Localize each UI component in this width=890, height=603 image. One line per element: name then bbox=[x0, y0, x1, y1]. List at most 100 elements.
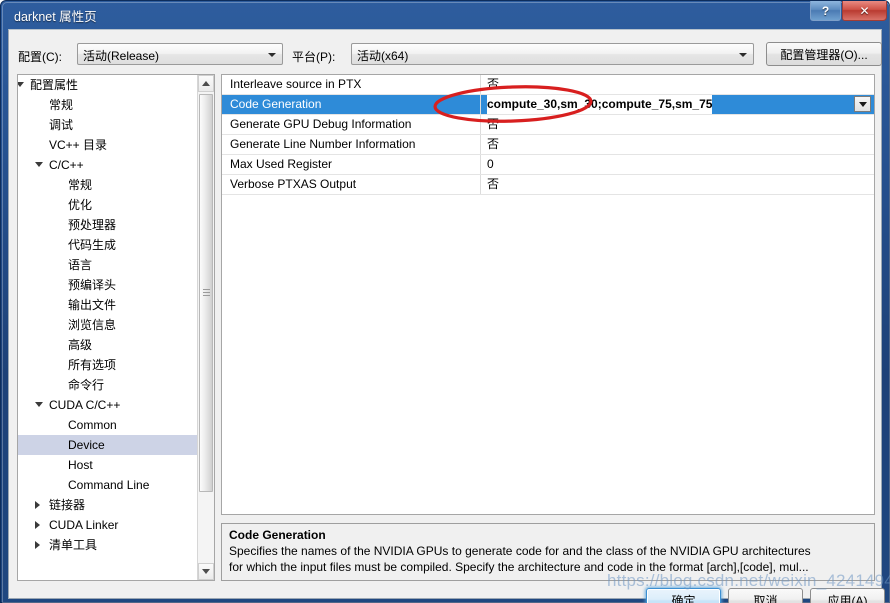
apply-button[interactable]: 应用(A) bbox=[810, 588, 885, 603]
tree-item-host[interactable]: Host bbox=[18, 455, 198, 475]
chevron-down-icon bbox=[268, 53, 276, 57]
property-value-dropdown-button[interactable] bbox=[854, 96, 871, 112]
tree-item-label: 输出文件 bbox=[68, 298, 117, 312]
property-grid-rows: Interleave source in PTX 否 Code Generation… bbox=[222, 75, 874, 195]
property-value: 0 bbox=[487, 157, 494, 171]
tree-scrollbar[interactable] bbox=[197, 75, 214, 580]
scroll-up-icon[interactable] bbox=[198, 75, 214, 92]
property-value: 否 bbox=[487, 177, 500, 191]
tree-expand-arrow-icon[interactable] bbox=[35, 162, 43, 167]
tree-item-[interactable]: 预编译头 bbox=[18, 275, 198, 295]
close-icon[interactable]: ✕ bbox=[842, 1, 887, 21]
tree-item-[interactable]: 优化 bbox=[18, 195, 198, 215]
property-grid[interactable]: Interleave source in PTX 否 Code Generation… bbox=[221, 74, 875, 515]
tree-item-[interactable]: 命令行 bbox=[18, 375, 198, 395]
tree-item-device[interactable]: Device bbox=[18, 435, 198, 455]
configuration-combo[interactable]: 活动(Release) bbox=[77, 43, 283, 65]
tree-item-label: CUDA Linker bbox=[49, 518, 119, 532]
description-line-2: for which the input files must be compil… bbox=[229, 560, 809, 574]
property-value: 否 bbox=[487, 117, 500, 131]
screenshot-root: darknet 属性页 ? ✕ 配置(C): 活动(Release) 平台(P)… bbox=[0, 0, 890, 603]
tree-item-[interactable]: 高级 bbox=[18, 335, 198, 355]
property-value: 否 bbox=[487, 137, 500, 151]
column-splitter bbox=[480, 155, 481, 174]
tree-item-common[interactable]: Common bbox=[18, 415, 198, 435]
tree-item-label: 预处理器 bbox=[68, 218, 117, 232]
tree-collapse-arrow-icon[interactable] bbox=[35, 501, 40, 509]
tree-item-vc[interactable]: VC++ 目录 bbox=[18, 135, 198, 155]
tree-item-[interactable]: 浏览信息 bbox=[18, 315, 198, 335]
config-manager-button[interactable]: 配置管理器(O)... bbox=[766, 42, 882, 66]
tree-item-label: 高级 bbox=[68, 338, 93, 352]
tree-item-[interactable]: 常规 bbox=[18, 95, 198, 115]
tree-item-label: Command Line bbox=[68, 478, 150, 492]
chevron-down-icon bbox=[858, 101, 867, 107]
column-splitter bbox=[480, 115, 481, 134]
tree-item-label: 语言 bbox=[68, 258, 93, 272]
description-title: Code Generation bbox=[229, 528, 326, 542]
tree-item-label: 预编译头 bbox=[68, 278, 117, 292]
tree-item-label: 优化 bbox=[68, 198, 93, 212]
property-tree-list: 配置属性 常规 调试 VC++ 目录 C/C++ 常规 优化 预处理器 代码生成 语言 预编译头 输出… bbox=[18, 75, 198, 580]
help-icon[interactable]: ? bbox=[810, 1, 841, 21]
property-name: Code Generation bbox=[230, 97, 322, 111]
tree-item-[interactable]: 清单工具 bbox=[18, 535, 198, 555]
property-tree[interactable]: 配置属性 常规 调试 VC++ 目录 C/C++ 常规 优化 预处理器 代码生成 语言 预编译头 输出… bbox=[17, 74, 215, 581]
ok-button[interactable]: 确定 bbox=[646, 588, 721, 603]
tree-item-[interactable]: 调试 bbox=[18, 115, 198, 135]
property-row[interactable]: Max Used Register 0 bbox=[222, 155, 874, 175]
tree-item-label: 命令行 bbox=[68, 378, 105, 392]
scrollbar-thumb[interactable] bbox=[199, 94, 213, 492]
tree-expand-arrow-icon[interactable] bbox=[35, 402, 43, 407]
column-splitter bbox=[480, 135, 481, 154]
tree-collapse-arrow-icon[interactable] bbox=[35, 521, 40, 529]
column-splitter bbox=[480, 75, 481, 94]
property-name: Generate GPU Debug Information bbox=[230, 117, 412, 131]
chevron-down-icon bbox=[739, 53, 747, 57]
tree-item-[interactable]: 语言 bbox=[18, 255, 198, 275]
description-line-1: Specifies the names of the NVIDIA GPUs t… bbox=[229, 544, 811, 558]
tree-item-label: 代码生成 bbox=[68, 238, 117, 252]
title-bar[interactable]: darknet 属性页 ? ✕ bbox=[0, 0, 890, 29]
tree-item-cuda-c-c[interactable]: CUDA C/C++ bbox=[18, 395, 198, 415]
property-name: Max Used Register bbox=[230, 157, 333, 171]
cancel-button[interactable]: 取消 bbox=[728, 588, 803, 603]
configuration-bar: 配置(C): 活动(Release) 平台(P): 活动(x64) 配置管理器(… bbox=[9, 30, 883, 74]
property-row[interactable]: Verbose PTXAS Output 否 bbox=[222, 175, 874, 195]
tree-item-[interactable]: 常规 bbox=[18, 175, 198, 195]
tree-item-cuda-linker[interactable]: CUDA Linker bbox=[18, 515, 198, 535]
tree-item-[interactable]: 预处理器 bbox=[18, 215, 198, 235]
property-row[interactable]: Interleave source in PTX 否 bbox=[222, 75, 874, 95]
tree-item-[interactable]: 输出文件 bbox=[18, 295, 198, 315]
platform-combo[interactable]: 活动(x64) bbox=[351, 43, 754, 65]
tree-item-[interactable]: 配置属性 bbox=[18, 75, 198, 95]
tree-item-[interactable]: 所有选项 bbox=[18, 355, 198, 375]
configuration-label: 配置(C): bbox=[18, 50, 62, 64]
description-panel: Code Generation Specifies the names of t… bbox=[221, 523, 875, 581]
property-row[interactable]: Code Generation compute_30,sm_30;compute_… bbox=[222, 95, 874, 115]
column-splitter bbox=[480, 175, 481, 194]
tree-item-command-line[interactable]: Command Line bbox=[18, 475, 198, 495]
tree-item-label: 所有选项 bbox=[68, 358, 117, 372]
tree-expand-arrow-icon[interactable] bbox=[18, 82, 24, 87]
dialog-button-bar: 确定 取消 应用(A) bbox=[9, 581, 885, 603]
property-name: Generate Line Number Information bbox=[230, 137, 416, 151]
scrollbar-grip-icon bbox=[203, 289, 210, 297]
tree-collapse-arrow-icon[interactable] bbox=[35, 541, 40, 549]
tree-item-label: Device bbox=[68, 438, 105, 452]
tree-item-[interactable]: 代码生成 bbox=[18, 235, 198, 255]
property-row[interactable]: Generate GPU Debug Information 否 bbox=[222, 115, 874, 135]
dialog-client-area: 配置(C): 活动(Release) 平台(P): 活动(x64) 配置管理器(… bbox=[8, 29, 885, 603]
scroll-down-icon[interactable] bbox=[198, 563, 214, 580]
property-value[interactable]: compute_30,sm_30;compute_75,sm_75 bbox=[487, 95, 713, 114]
tree-item-label: 常规 bbox=[49, 98, 74, 112]
tree-item-label: 浏览信息 bbox=[68, 318, 117, 332]
tree-item-c-c[interactable]: C/C++ bbox=[18, 155, 198, 175]
property-name: Interleave source in PTX bbox=[230, 77, 362, 91]
tree-item-label: 常规 bbox=[68, 178, 93, 192]
property-row[interactable]: Generate Line Number Information 否 bbox=[222, 135, 874, 155]
tree-item-label: VC++ 目录 bbox=[49, 138, 108, 152]
tree-item-label: 配置属性 bbox=[30, 78, 79, 92]
property-value: 否 bbox=[487, 77, 500, 91]
tree-item-[interactable]: 链接器 bbox=[18, 495, 198, 515]
